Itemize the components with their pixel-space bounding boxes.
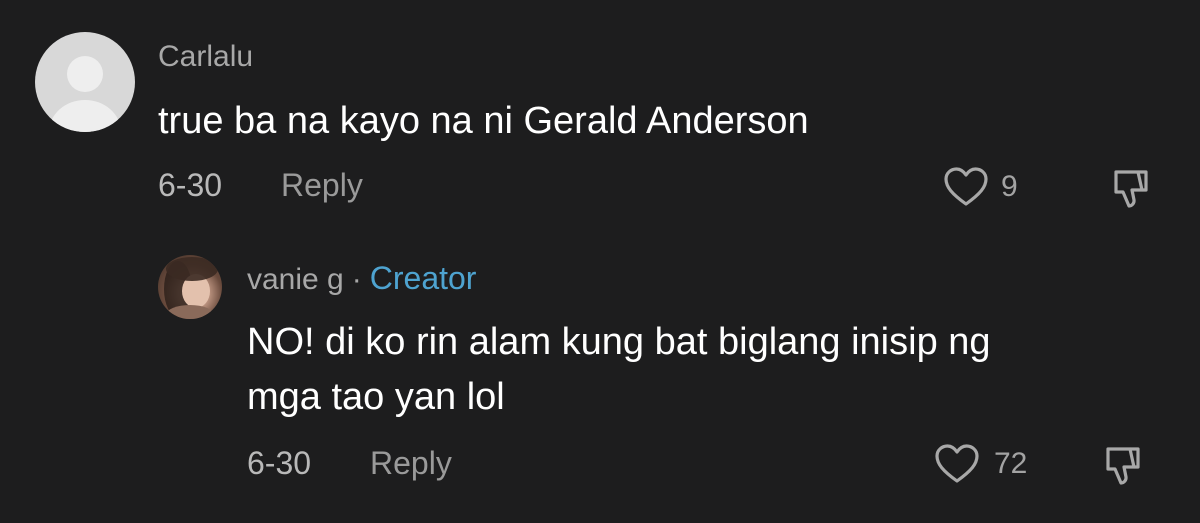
heart-icon — [944, 167, 988, 206]
comment-username[interactable]: Carlalu — [158, 42, 253, 72]
reply-dislike-button[interactable] — [1102, 443, 1148, 489]
comment-dislike-button[interactable] — [1110, 166, 1156, 212]
reply-header: vanie g · Creator — [247, 262, 476, 295]
dislike-icon — [1114, 170, 1148, 208]
reply-like-button[interactable] — [934, 443, 980, 485]
reply-reply-button[interactable]: Reply — [370, 447, 452, 479]
comment-like-count: 9 — [1001, 170, 1018, 203]
reply-like-count: 72 — [994, 447, 1028, 480]
heart-icon — [935, 444, 979, 483]
comment-date: 6-30 — [158, 167, 223, 203]
reply-avatar[interactable] — [158, 255, 222, 319]
reply-text-line-1: NO! di ko rin alam kung bat biglang inis… — [247, 321, 991, 363]
dislike-icon — [1106, 447, 1140, 485]
reply-text-line-2: mga tao yan lol — [247, 376, 505, 418]
comment-text: true ba na kayo na ni Gerald Anderson — [158, 100, 809, 142]
comment-like-button[interactable] — [943, 166, 989, 208]
default-avatar-icon — [49, 56, 121, 132]
reply-date: 6-30 — [247, 445, 312, 481]
avatar-default[interactable] — [35, 32, 135, 132]
user-photo-avatar — [164, 257, 218, 319]
creator-badge: Creator — [369, 260, 477, 296]
comment-reply-button[interactable]: Reply — [281, 169, 363, 201]
separator-dot: · — [351, 263, 362, 296]
reply-username[interactable]: vanie g — [247, 265, 344, 295]
